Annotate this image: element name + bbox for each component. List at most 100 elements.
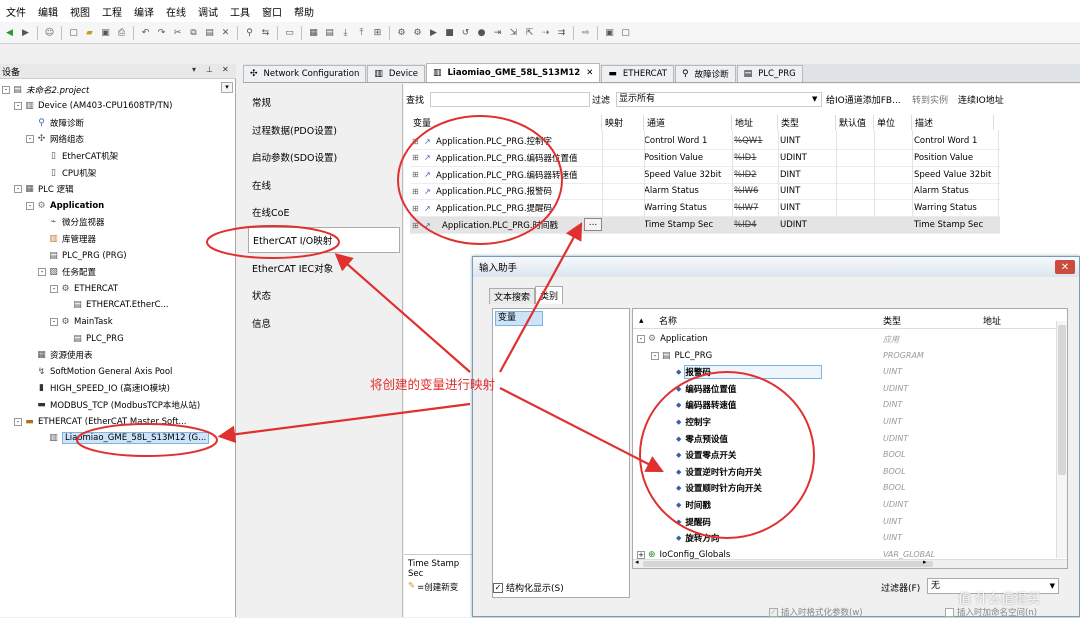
nav-item[interactable]: EtherCAT IEC对象 bbox=[248, 255, 400, 281]
column-header[interactable]: 地址 bbox=[732, 115, 778, 130]
list-item[interactable]: ◆ 提醒码 bbox=[665, 514, 711, 530]
variable-cell[interactable]: Application.PLC_PRG.时间戳 bbox=[442, 217, 602, 233]
expand-icon[interactable]: ⊞ bbox=[412, 150, 422, 166]
device-config-icon[interactable]: ⊞ bbox=[371, 26, 384, 39]
menu-item[interactable]: 编辑 bbox=[32, 4, 64, 19]
menu-item[interactable]: 工程 bbox=[96, 4, 128, 19]
list-item[interactable]: ◆ 设置顺时针方向开关 bbox=[665, 480, 762, 496]
window-icon[interactable]: ▭ bbox=[283, 26, 296, 39]
replace-icon[interactable]: ⇆ bbox=[259, 26, 272, 39]
menu-item[interactable]: 窗口 bbox=[256, 4, 288, 19]
column-header[interactable]: 默认值 bbox=[836, 115, 874, 130]
collapse-icon[interactable]: - bbox=[50, 317, 58, 326]
variable-cell[interactable]: Application.PLC_PRG.编码器转速值 bbox=[436, 167, 596, 183]
user-icon[interactable]: ☺ bbox=[43, 26, 56, 39]
tree-item[interactable]: - ▤ 未命名2.project bbox=[0, 81, 236, 98]
expand-icon[interactable]: ⊞ bbox=[412, 167, 422, 183]
save-icon[interactable]: ▣ bbox=[99, 26, 112, 39]
expand-icon[interactable]: ⊞ bbox=[412, 183, 422, 199]
horizontal-scrollbar[interactable]: ◂ ▸ bbox=[633, 558, 1067, 568]
menu-item[interactable]: 文件 bbox=[0, 4, 32, 19]
close-icon[interactable]: ✕ bbox=[222, 65, 229, 74]
tab-item[interactable]: ▥ Device bbox=[367, 65, 425, 82]
undo-icon[interactable]: ↶ bbox=[139, 26, 152, 39]
breakpoint-icon[interactable]: ● bbox=[475, 26, 488, 39]
collapse-icon[interactable]: - bbox=[14, 417, 22, 426]
expand-icon[interactable]: ⊞ bbox=[412, 133, 422, 149]
tab-item[interactable]: ✣ Network Configuration bbox=[243, 65, 367, 82]
namespace-checkbox[interactable]: 插入时加命名空间(n) bbox=[945, 606, 1037, 618]
nav-item[interactable]: 在线CoE bbox=[248, 199, 400, 225]
dropdown-icon[interactable]: ▾ bbox=[192, 65, 196, 74]
list-item[interactable]: ◆ 旋转方向 bbox=[665, 530, 719, 546]
search-input[interactable] bbox=[430, 91, 590, 107]
nav-item[interactable]: EtherCAT I/O映射 bbox=[248, 227, 400, 253]
new-file-icon[interactable]: ▢ bbox=[67, 26, 80, 39]
logout-icon[interactable]: ⚙ bbox=[411, 26, 424, 39]
rebuild-icon[interactable]: ▤ bbox=[323, 26, 336, 39]
tree-item[interactable]: ▤ PLC_PRG bbox=[0, 330, 236, 347]
step-into-icon[interactable]: ⇲ bbox=[507, 26, 520, 39]
paste-icon[interactable]: ▤ bbox=[203, 26, 216, 39]
scroll-left-icon[interactable]: ◂ bbox=[635, 558, 639, 566]
menu-item[interactable]: 工具 bbox=[224, 4, 256, 19]
list-item[interactable]: ◆ 时间戳 bbox=[665, 497, 711, 513]
variable-cell[interactable]: Application.PLC_PRG.编码器位置值 bbox=[436, 150, 596, 166]
browse-button[interactable]: … bbox=[584, 218, 602, 231]
tree-item[interactable]: - ⚙ MainTask bbox=[0, 313, 236, 330]
expand-icon[interactable]: ⊞ bbox=[412, 200, 422, 216]
collapse-icon[interactable]: - bbox=[14, 185, 22, 194]
login-icon[interactable]: ⚙ bbox=[395, 26, 408, 39]
upload-icon[interactable]: ⤒ bbox=[355, 26, 368, 39]
menu-item[interactable]: 调试 bbox=[192, 4, 224, 19]
collapse-icon[interactable]: - bbox=[50, 284, 58, 293]
write-values-icon[interactable]: ⇉ bbox=[555, 26, 568, 39]
tab-item[interactable]: ▥ Liaomiao_GME_58L_S13M12 ✕ bbox=[425, 63, 601, 82]
tab-text-search[interactable]: 文本搜索 bbox=[489, 288, 536, 304]
list-item[interactable]: ◆ 控制字 bbox=[665, 414, 711, 430]
cursor-icon[interactable]: ⇢ bbox=[539, 26, 552, 39]
tree-item[interactable]: ▤ PLC_PRG (PRG) bbox=[0, 247, 236, 264]
stop-icon[interactable]: ■ bbox=[443, 26, 456, 39]
monitor-icon[interactable]: ▣ bbox=[603, 26, 616, 39]
step-out-icon[interactable]: ⇱ bbox=[523, 26, 536, 39]
nav-item[interactable]: 过程数据(PDO设置) bbox=[248, 117, 400, 143]
menu-item[interactable]: 帮助 bbox=[288, 4, 320, 19]
collapse-icon[interactable]: - bbox=[38, 268, 46, 277]
run-icon[interactable]: ▶ bbox=[427, 26, 440, 39]
goto-instance-button[interactable]: 转到实例 bbox=[912, 93, 948, 106]
list-item[interactable]: - ⚙ Application bbox=[637, 331, 708, 347]
column-header[interactable]: 通道 bbox=[644, 115, 732, 130]
vertical-scrollbar[interactable] bbox=[1056, 321, 1067, 558]
forward-icon[interactable]: ▶ bbox=[19, 26, 32, 39]
redo-icon[interactable]: ↷ bbox=[155, 26, 168, 39]
pin-icon[interactable]: ⊥ bbox=[206, 65, 213, 74]
tree-item[interactable]: ▥ Liaomiao_GME_58L_S13M12 (G... bbox=[0, 430, 236, 447]
download-icon[interactable]: ⤓ bbox=[339, 26, 352, 39]
tree-item[interactable]: - ▥ Device (AM403-CPU1608TP/TN) bbox=[0, 98, 236, 115]
tree-item[interactable]: - ▦ PLC 逻辑 bbox=[0, 181, 236, 198]
reset-icon[interactable]: ↺ bbox=[459, 26, 472, 39]
tree-item[interactable]: ⚲ 故障诊断 bbox=[0, 114, 236, 131]
scroll-thumb[interactable] bbox=[1058, 325, 1066, 475]
tree-scroll-button[interactable]: ▾ bbox=[221, 82, 233, 93]
nav-item[interactable]: 在线 bbox=[248, 172, 400, 198]
tree-item[interactable]: - ⚙ ETHERCAT bbox=[0, 280, 236, 297]
menu-item[interactable]: 在线 bbox=[160, 4, 192, 19]
collapse-icon[interactable]: - bbox=[637, 335, 645, 343]
scroll-right-icon[interactable]: ▸ bbox=[923, 558, 927, 566]
expand-icon[interactable]: ⊞ bbox=[412, 217, 422, 233]
collapse-icon[interactable]: - bbox=[26, 135, 34, 144]
column-header[interactable]: 描述 bbox=[912, 115, 994, 130]
filter-select[interactable]: 显示所有 bbox=[616, 91, 822, 107]
nav-item[interactable]: 启动参数(SDO设置) bbox=[248, 144, 400, 170]
list-item[interactable]: ◆ 编码器位置值 bbox=[665, 381, 736, 397]
step-over-icon[interactable]: ⇥ bbox=[491, 26, 504, 39]
tree-item[interactable]: ▬ MODBUS_TCP (ModbusTCP本地从站) bbox=[0, 396, 236, 413]
variable-cell[interactable]: Application.PLC_PRG.报警码 bbox=[436, 183, 596, 199]
column-header[interactable]: 变量 bbox=[410, 115, 602, 130]
find-icon[interactable]: ⚲ bbox=[243, 26, 256, 39]
collapse-icon[interactable]: - bbox=[14, 102, 22, 111]
screen-icon[interactable]: ▢ bbox=[619, 26, 632, 39]
build-icon[interactable]: ▦ bbox=[307, 26, 320, 39]
